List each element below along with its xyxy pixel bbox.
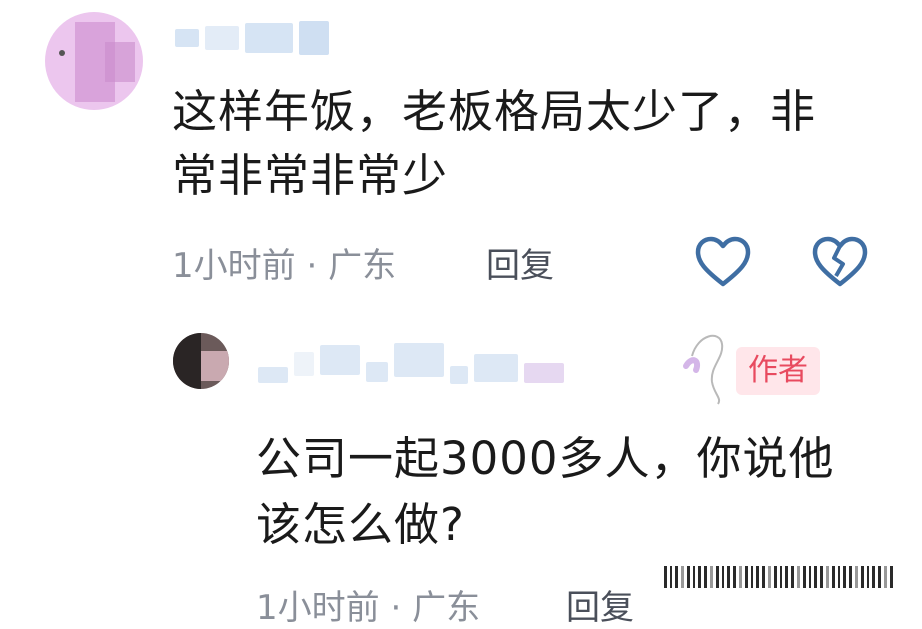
comment-location: 广东 <box>328 246 397 286</box>
watermark-logo <box>664 562 922 592</box>
reply-button[interactable]: 回复 <box>566 580 634 629</box>
meta-separator: · <box>306 246 318 286</box>
reply-location: 广东 <box>412 588 481 628</box>
commenter-avatar[interactable] <box>45 12 143 110</box>
author-badge: 作者 <box>736 347 820 395</box>
comment-meta: 1小时前 · 广东 <box>172 238 396 287</box>
reply-text-line2: 该怎么做? <box>256 498 465 551</box>
heart-outline-icon[interactable] <box>695 236 751 288</box>
username-decoration-icon <box>683 334 724 405</box>
broken-heart-icon[interactable] <box>812 236 868 288</box>
reply-meta: 1小时前 · 广东 <box>256 580 480 629</box>
comment-text-line2: 常非常非常少 <box>172 149 449 202</box>
reply-text-line1: 公司一起3000多人，你说他 <box>256 432 835 485</box>
comment-text: 这样年饭，老板格局太少了，非 常非常非常少 <box>172 80 872 208</box>
author-avatar[interactable] <box>173 333 229 389</box>
commenter-username-blurred[interactable] <box>175 16 329 60</box>
reply-button[interactable]: 回复 <box>486 238 554 287</box>
meta-separator: · <box>390 588 402 628</box>
reply-text: 公司一起3000多人，你说他 该怎么做? <box>256 426 876 558</box>
comment-text-line1: 这样年饭，老板格局太少了，非 <box>172 85 817 138</box>
author-username-blurred[interactable] <box>258 330 564 390</box>
reply-time: 1小时前 <box>256 588 380 628</box>
comment-time: 1小时前 <box>172 246 296 286</box>
